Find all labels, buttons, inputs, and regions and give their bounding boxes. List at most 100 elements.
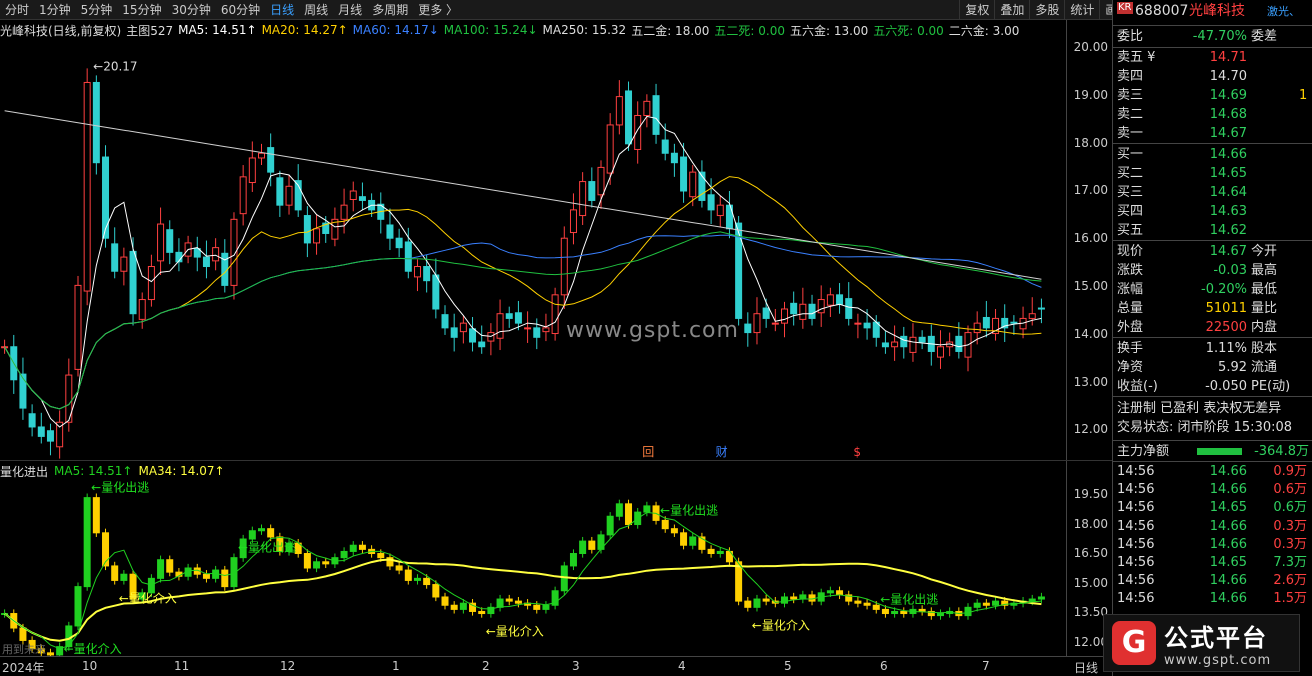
buy-level[interactable]: 买五 14.62 <box>1113 221 1312 240</box>
fundamental-label2: PE(动) <box>1251 379 1291 394</box>
quote-label2: 最高 <box>1251 263 1278 278</box>
tick-row: 14:56 14.66 1.5万 <box>1113 590 1312 608</box>
sub-candle <box>487 603 495 618</box>
sell-price: 14.67 <box>1209 126 1247 141</box>
committee-value: -47.70% <box>1192 29 1247 44</box>
tab-4[interactable]: 30分钟 <box>167 0 216 20</box>
quote-label2: 今开 <box>1251 244 1278 259</box>
fundamental-value: 1.11% <box>1205 341 1247 356</box>
tab-8[interactable]: 月线 <box>333 0 367 20</box>
candle <box>579 172 587 225</box>
candle <box>459 316 467 344</box>
tab-9[interactable]: 多周期 <box>367 0 413 20</box>
sub-candle <box>542 601 550 614</box>
tab-10[interactable]: 更多 〉 <box>413 0 463 20</box>
sub-legend-title[interactable]: 量化进出 <box>0 463 48 480</box>
stock-concept[interactable]: 激光、 <box>1267 2 1300 21</box>
buy-label: 买四 <box>1117 204 1144 219</box>
tab-3[interactable]: 15分钟 <box>117 0 166 20</box>
tab-0[interactable]: 分时 <box>0 0 34 20</box>
candle <box>652 83 660 144</box>
separator <box>1113 25 1312 26</box>
event-icon[interactable]: 财 <box>716 445 728 459</box>
x-label: 6 <box>880 659 888 673</box>
candle <box>744 312 752 347</box>
brand-name: 公式平台 <box>1164 624 1268 652</box>
sub-candle <box>102 528 110 571</box>
committee-label: 委比 <box>1117 29 1144 44</box>
sell-price: 14.70 <box>1209 69 1247 84</box>
main-ytick: 18.00 <box>1073 135 1108 150</box>
tick-row: 14:56 14.66 0.6万 <box>1113 481 1312 499</box>
event-icon[interactable]: 回 <box>642 445 654 459</box>
sub-candle <box>735 557 743 606</box>
sub-candle <box>120 570 128 585</box>
tick-price: 14.66 <box>1209 573 1247 589</box>
sell-level[interactable]: 卖二 14.68 <box>1113 105 1312 124</box>
candle <box>294 164 302 217</box>
sub-candle <box>854 596 862 608</box>
candle <box>992 308 1000 341</box>
candle <box>276 170 284 217</box>
sell-level[interactable]: 卖四 14.70 <box>1113 67 1312 86</box>
candle <box>891 325 899 361</box>
main-kline-chart[interactable]: 光峰科技(日线,前复权) 主图527 MA5: 14.51↑ MA20: 14.… <box>0 20 1112 460</box>
sub-candle <box>202 570 210 583</box>
tab-1[interactable]: 1分钟 <box>34 0 76 20</box>
tick-price: 14.66 <box>1209 591 1247 607</box>
x-label: 12 <box>280 659 296 673</box>
toolbar-button-2[interactable]: 多股 <box>1029 0 1064 20</box>
sub-indicator-chart[interactable]: 量化进出 MA5: 14.51↑ MA34: 14.07↑ ←量化出逃 ←量化出逃… <box>0 460 1112 657</box>
sub-candle <box>395 561 403 575</box>
sub-candle <box>74 582 82 631</box>
flow-label: 主力净额 <box>1117 444 1170 459</box>
sub-candle <box>505 594 513 606</box>
sub-legend-ma34: MA34: 14.07↑ <box>138 464 225 478</box>
event-icon[interactable]: $ <box>853 445 861 459</box>
sell-price: 14.69 <box>1209 88 1247 103</box>
stock-badge: KR <box>1117 2 1133 14</box>
main-flow-row[interactable]: 主力净额 -364.8万 <box>1113 442 1312 461</box>
stock-header: KR 688007 光峰科技 激光、 <box>1113 2 1312 22</box>
buy-label: 买一 <box>1117 147 1144 162</box>
main-ytick: 16.00 <box>1073 231 1108 246</box>
legend-title[interactable]: 光峰科技(日线,前复权) <box>0 22 121 39</box>
buy-level[interactable]: 买四 14.63 <box>1113 202 1312 221</box>
buy-level[interactable]: 买二 14.65 <box>1113 164 1312 183</box>
tick-price: 14.65 <box>1209 555 1247 570</box>
quote-panel: KR 688007 光峰科技 激光、 委比 -47.70% 委差 卖五 ¥ 14.71 卖四 14.… <box>1112 0 1312 676</box>
tab-5[interactable]: 60分钟 <box>216 0 265 20</box>
toolbar-button-1[interactable]: 叠加 <box>994 0 1029 20</box>
sub-candle <box>441 592 449 610</box>
legend-s5: 二六金: 3.00 <box>948 23 1020 38</box>
sub-candle <box>936 609 944 620</box>
sub-candle <box>56 642 64 657</box>
tab-7[interactable]: 周线 <box>299 0 333 20</box>
candle <box>900 326 908 359</box>
sub-candle <box>514 596 522 608</box>
sell-qty: 1 <box>1299 88 1308 103</box>
sub-candle <box>157 555 165 583</box>
buy-level[interactable]: 买三 14.64 <box>1113 183 1312 202</box>
main-ytick: 12.00 <box>1073 422 1108 437</box>
candle <box>212 238 220 271</box>
candle <box>395 228 403 258</box>
candle <box>625 81 633 151</box>
sub-candle <box>469 599 477 616</box>
app-window: 分时 1分钟 5分钟 15分钟 30分钟 60分钟 日线 周线 月线 多周期 更多 〉 复权 叠加 多股… <box>0 0 1312 676</box>
stock-name[interactable]: 光峰科技 <box>1189 2 1245 21</box>
sell-level[interactable]: 卖五 ¥ 14.71 <box>1113 48 1312 67</box>
tab-6[interactable]: 日线 <box>265 0 299 20</box>
tab-2[interactable]: 5分钟 <box>76 0 118 20</box>
toolbar-button-0[interactable]: 复权 <box>959 0 994 20</box>
trade-status: 交易状态: 闭市阶段 15:30:08 <box>1117 420 1293 435</box>
sell-label: 卖一 <box>1117 126 1144 141</box>
sell-level[interactable]: 卖一 14.67 <box>1113 124 1312 143</box>
sell-level[interactable]: 卖三 14.69 1 <box>1113 86 1312 105</box>
legend-main[interactable]: 主图527 <box>126 22 173 39</box>
buy-level[interactable]: 买一 14.66 <box>1113 145 1312 164</box>
tick-time: 14:56 <box>1117 573 1155 589</box>
toolbar-button-3[interactable]: 统计 <box>1064 0 1099 20</box>
sell-label: 卖五 ¥ <box>1117 50 1156 65</box>
candle <box>927 324 935 366</box>
